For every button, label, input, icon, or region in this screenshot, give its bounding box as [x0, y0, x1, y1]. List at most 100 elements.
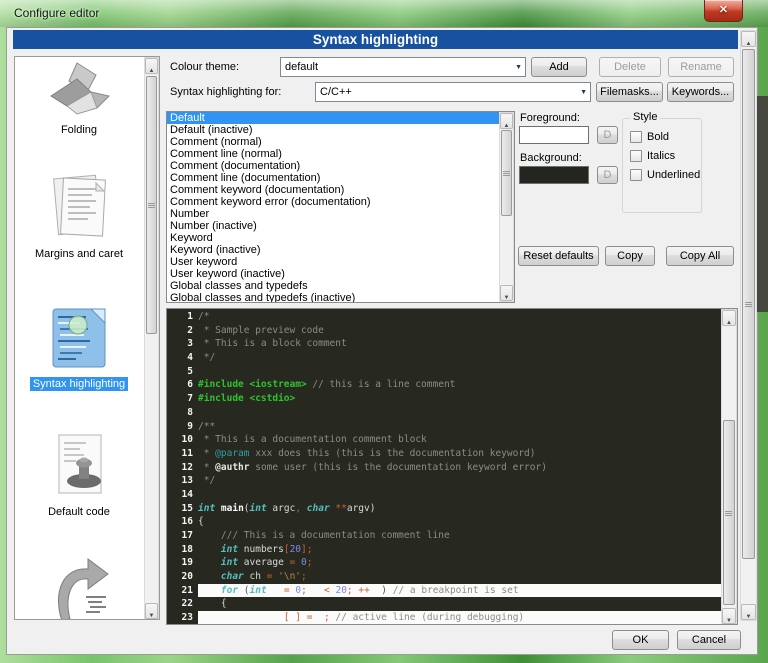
scroll-up-icon: ▲ — [504, 123, 510, 129]
delete-button[interactable]: Delete — [599, 57, 661, 77]
listbox-scrollbar[interactable]: ▲ ▼ — [499, 112, 514, 302]
chevron-down-icon: ▼ — [580, 83, 587, 102]
add-button[interactable]: Add — [531, 57, 587, 77]
scrollbar-grip — [745, 302, 752, 307]
page-header: Syntax highlighting — [13, 30, 738, 49]
curved-arrow-icon — [46, 557, 112, 620]
scroll-down-icon: ▼ — [149, 613, 155, 619]
dialog-scroll-up-button[interactable]: ▲ — [741, 31, 756, 47]
checkbox-bold[interactable]: Bold — [630, 131, 669, 143]
cancel-button[interactable]: Cancel — [677, 630, 741, 650]
code-line: 3 * This is a block comment — [167, 337, 721, 351]
code-line: 4 */ — [167, 351, 721, 365]
sidebar-item-label: Default code — [45, 505, 113, 519]
sidebar-item-folding[interactable]: Folding — [15, 61, 143, 138]
style-list-item[interactable]: Comment line (normal) — [167, 148, 499, 160]
syntax-for-select[interactable]: C/C++ ▼ — [315, 82, 591, 102]
scrollbar-grip — [725, 511, 732, 516]
code-line: 21 for (int i = 0; i < 20; ++i ) // a br… — [167, 584, 721, 598]
sidebar-item-syntax-highlighting[interactable]: Syntax highlighting — [15, 303, 143, 392]
dialog-scrollbar-thumb[interactable] — [742, 49, 755, 559]
code-line: 15int main(int argc, char **argv) — [167, 502, 721, 516]
foreground-swatch[interactable] — [519, 126, 589, 144]
style-list-item[interactable]: Default (inactive) — [167, 124, 499, 136]
copy-all-button[interactable]: Copy All — [666, 246, 734, 266]
preview-scroll-up-button[interactable]: ▲ — [722, 310, 736, 326]
sidebar-scrollbar-thumb[interactable] — [146, 76, 157, 334]
style-list-item[interactable]: Keyword (inactive) — [167, 244, 499, 256]
desktop-wallpaper-patch — [757, 96, 768, 312]
rename-button[interactable]: Rename — [668, 57, 734, 77]
style-list-item[interactable]: User keyword — [167, 256, 499, 268]
listbox-scroll-down-button[interactable]: ▼ — [500, 285, 513, 301]
style-list-item[interactable]: Number (inactive) — [167, 220, 499, 232]
dialog-scrollbar[interactable]: ▲ ▼ — [740, 30, 757, 621]
filemasks-button[interactable]: Filemasks... — [596, 82, 663, 102]
code-line: 12 * @authr some user (this is the docum… — [167, 461, 721, 475]
code-line: 13 */ — [167, 474, 721, 488]
checkbox-bold-box[interactable] — [630, 131, 642, 143]
scroll-down-icon: ▼ — [504, 295, 510, 301]
style-list-item[interactable]: Default — [167, 112, 499, 124]
scroll-down-icon: ▼ — [746, 614, 752, 620]
style-listbox[interactable]: DefaultDefault (inactive)Comment (normal… — [166, 111, 515, 303]
keywords-button[interactable]: Keywords... — [667, 82, 734, 102]
code-line: 10 * This is a documentation comment blo… — [167, 433, 721, 447]
sidebar-item-margins-and-caret[interactable]: Margins and caret — [15, 169, 143, 262]
window-titlebar[interactable] — [0, 0, 768, 27]
scrollbar-grip — [503, 171, 510, 176]
preview-scrollbar[interactable]: ▲ ▼ — [721, 309, 737, 624]
style-list-item[interactable]: Comment keyword (documentation) — [167, 184, 499, 196]
close-button[interactable]: ✕ — [704, 0, 743, 22]
style-list-item[interactable]: Global classes and typedefs (inactive) — [167, 292, 499, 303]
sidebar-item-label: Syntax highlighting — [30, 377, 128, 391]
code-line: 11 * @param xxx does this (this is the d… — [167, 447, 721, 461]
sidebar-item-partial[interactable] — [15, 557, 143, 620]
style-list-item[interactable]: Number — [167, 208, 499, 220]
reset-defaults-button[interactable]: Reset defaults — [518, 246, 599, 266]
foreground-default-button[interactable]: D — [597, 126, 618, 144]
listbox-scrollbar-thumb[interactable] — [501, 130, 512, 216]
foreground-label: Foreground: — [520, 112, 580, 124]
dialog-scroll-down-button[interactable]: ▼ — [741, 604, 756, 620]
close-icon: ✕ — [719, 4, 728, 16]
code-line: 20 char ch = '\n'; — [167, 570, 721, 584]
colour-theme-value: default — [285, 61, 318, 73]
code-line: 6#include <iostream> // this is a line c… — [167, 378, 721, 392]
style-list-item[interactable]: Comment (normal) — [167, 136, 499, 148]
background-swatch-inner — [520, 167, 588, 183]
colour-theme-select[interactable]: default ▼ — [280, 57, 526, 77]
sidebar-item-label: Folding — [58, 123, 100, 137]
copy-button[interactable]: Copy — [605, 246, 655, 266]
checkbox-underlined-box[interactable] — [630, 169, 642, 181]
style-list-item[interactable]: Keyword — [167, 232, 499, 244]
sidebar-scroll-down-button[interactable]: ▼ — [145, 603, 158, 619]
style-list-item[interactable]: Comment line (documentation) — [167, 172, 499, 184]
background-swatch[interactable] — [519, 166, 589, 184]
preview-scrollbar-thumb[interactable] — [723, 420, 735, 605]
checkbox-italics[interactable]: Italics — [630, 150, 675, 162]
style-list-item[interactable]: Comment keyword error (documentation) — [167, 196, 499, 208]
checkbox-underlined[interactable]: Underlined — [630, 169, 700, 181]
background-default-button[interactable]: D — [597, 166, 618, 184]
chevron-down-icon: ▼ — [515, 58, 522, 77]
sidebar-item-default-code[interactable]: Default code — [15, 431, 143, 520]
checkbox-italics-box[interactable] — [630, 150, 642, 162]
code-line: 8 — [167, 406, 721, 420]
code-line: 18 int numbers[20]; — [167, 543, 721, 557]
code-line: 19 int average = 0; — [167, 556, 721, 570]
code-line: 22 { — [167, 597, 721, 611]
code-preview[interactable]: 1/*2 * Sample preview code3 * This is a … — [166, 308, 738, 625]
code-line: 9/** — [167, 420, 721, 434]
sidebar-scroll-up-button[interactable]: ▲ — [145, 58, 158, 74]
style-list-item[interactable]: User keyword (inactive) — [167, 268, 499, 280]
scroll-up-icon: ▲ — [746, 41, 752, 47]
ok-button[interactable]: OK — [612, 630, 669, 650]
sidebar-scrollbar[interactable]: ▲ ▼ — [144, 57, 159, 619]
sidebar-item-label: Margins and caret — [32, 247, 126, 261]
style-list-item[interactable]: Comment (documentation) — [167, 160, 499, 172]
scroll-up-icon: ▲ — [149, 68, 155, 74]
preview-scroll-down-button[interactable]: ▼ — [722, 608, 736, 624]
style-list-item[interactable]: Global classes and typedefs — [167, 280, 499, 292]
listbox-scroll-up-button[interactable]: ▲ — [500, 113, 513, 129]
